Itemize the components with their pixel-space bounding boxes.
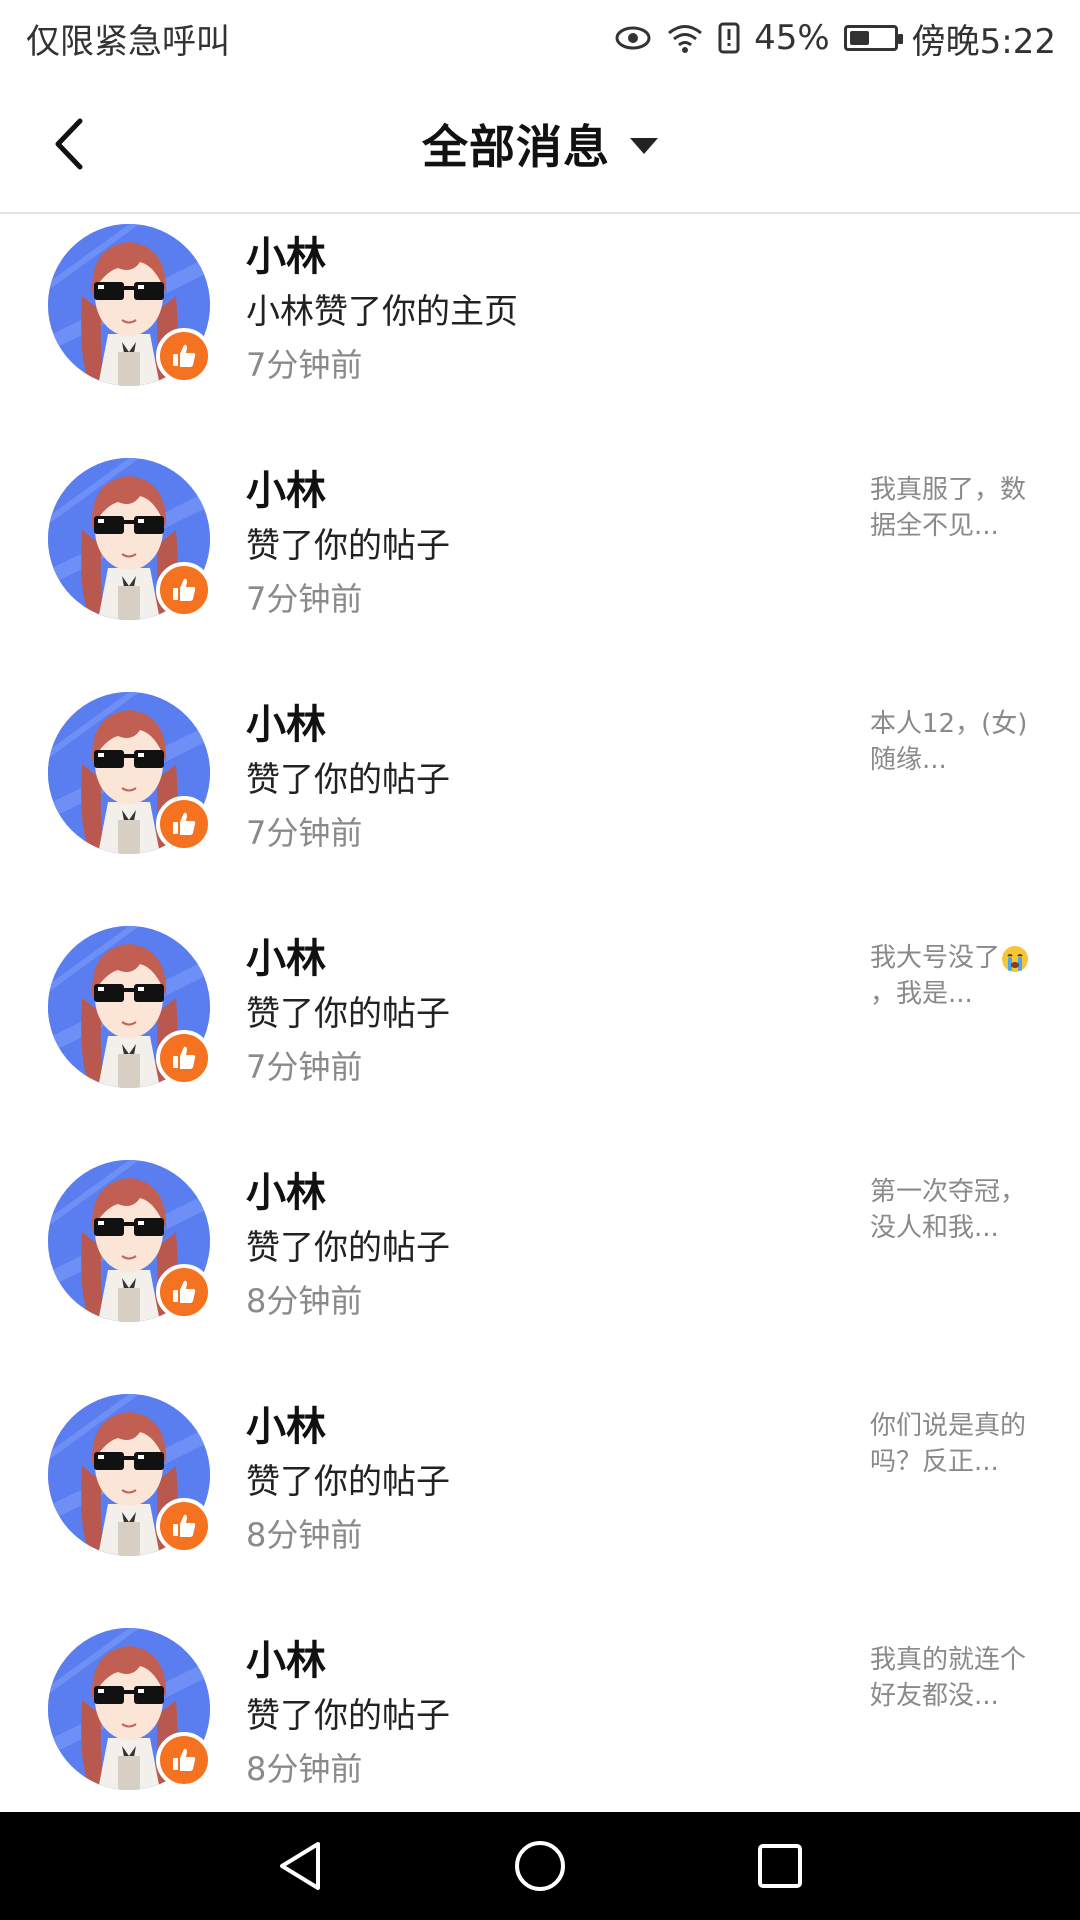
nav-back-icon (280, 1842, 320, 1890)
wifi-icon (666, 23, 704, 53)
timestamp: 7分钟前 (246, 580, 363, 618)
timestamp: 7分钟前 (246, 814, 363, 852)
nav-recents-icon (758, 1844, 802, 1888)
list-item[interactable]: 小林赞了你的帖子 8分钟前 你们说是真的吗？反正... (0, 1386, 1080, 1620)
list-item[interactable]: 小林小林赞了你的主页 7分钟前 (0, 216, 1080, 450)
post-preview[interactable]: 我大号没了 ，我是... (870, 940, 1030, 1012)
list-item[interactable]: 小林赞了你的帖子 8分钟前 第一次夺冠，没人和我... (0, 1152, 1080, 1386)
user-name[interactable]: 小林 (246, 1394, 326, 1452)
list-item[interactable]: 小林赞了你的帖子 7分钟前 本人12，(女)随缘... (0, 684, 1080, 918)
action-text: 赞了你的帖子 (246, 526, 450, 566)
post-preview[interactable]: 第一次夺冠，没人和我... (870, 1174, 1030, 1246)
caret-down-icon (630, 138, 658, 154)
action-text: 赞了你的帖子 (246, 994, 450, 1034)
list-item[interactable]: 小林赞了你的帖子 8分钟前 我真的就连个好友都没... (0, 1620, 1080, 1812)
user-name[interactable]: 小林 (246, 1160, 326, 1218)
list-item[interactable]: 小林赞了你的帖子 7分钟前 我大号没了 ，我是... (0, 918, 1080, 1152)
action-text: 赞了你的帖子 (246, 760, 450, 800)
nav-recents-button[interactable] (740, 1826, 820, 1906)
status-bar: 仅限紧急呼叫 45% 傍晚5:22 (0, 0, 1080, 76)
thumbs-up-icon (156, 796, 212, 852)
action-text: 赞了你的帖子 (246, 1462, 450, 1502)
battery-percent: 45% (754, 18, 830, 58)
timestamp: 7分钟前 (246, 1048, 363, 1086)
post-preview-text: ，我是... (870, 979, 973, 1009)
back-button[interactable] (40, 114, 100, 174)
user-name[interactable]: 小林 (246, 458, 326, 516)
eye-icon (614, 24, 652, 52)
battery-level (849, 31, 869, 45)
thumbs-up-icon (156, 1732, 212, 1788)
page-title: 全部消息 (422, 120, 610, 174)
carrier-text: 仅限紧急呼叫 (26, 21, 230, 62)
user-name[interactable]: 小林 (246, 692, 326, 750)
thumbs-up-icon (156, 1498, 212, 1554)
crying-face-emoji-icon (1000, 943, 1030, 973)
clock: 傍晚5:22 (911, 21, 1056, 62)
alert-icon (718, 22, 740, 54)
navigation-bar (0, 1812, 1080, 1920)
timestamp: 8分钟前 (246, 1516, 363, 1554)
post-preview[interactable]: 我真的就连个好友都没... (870, 1642, 1030, 1714)
back-arrow-icon (55, 118, 83, 170)
post-preview[interactable]: 你们说是真的吗？反正... (870, 1408, 1030, 1480)
list-item[interactable]: 小林赞了你的帖子 7分钟前 我真服了，数据全不见... (0, 450, 1080, 684)
user-name[interactable]: 小林 (246, 224, 326, 282)
action-text: 小林赞了你的主页 (246, 292, 518, 332)
action-text: 赞了你的帖子 (246, 1228, 450, 1268)
thumbs-up-icon (156, 1264, 212, 1320)
thumbs-up-icon (156, 1030, 212, 1086)
header: 全部消息 (0, 76, 1080, 214)
message-filter-dropdown[interactable]: 全部消息 (422, 111, 658, 177)
post-preview[interactable]: 我真服了，数据全不见... (870, 472, 1030, 544)
status-icons: 45% 傍晚5:22 (614, 14, 1056, 63)
message-list[interactable]: 小林 小林赞了你的主页 7分钟前 小林 赞了你的帖子 7分钟前 我真服了，数据全不见... 小… (0, 216, 1080, 1812)
nav-back-button[interactable] (260, 1826, 340, 1906)
timestamp: 7分钟前 (246, 346, 363, 384)
action-text: 赞了你的帖子 (246, 1696, 450, 1736)
timestamp: 8分钟前 (246, 1282, 363, 1320)
thumbs-up-icon (156, 562, 212, 618)
thumbs-up-icon (156, 328, 212, 384)
nav-home-icon (515, 1841, 565, 1891)
post-preview-text: 我大号没了 (870, 943, 1001, 973)
timestamp: 8分钟前 (246, 1750, 363, 1788)
user-name[interactable]: 小林 (246, 1628, 326, 1686)
nav-home-button[interactable] (500, 1826, 580, 1906)
user-name[interactable]: 小林 (246, 926, 326, 984)
battery-icon (843, 25, 903, 51)
post-preview[interactable]: 本人12，(女)随缘... (870, 706, 1030, 778)
